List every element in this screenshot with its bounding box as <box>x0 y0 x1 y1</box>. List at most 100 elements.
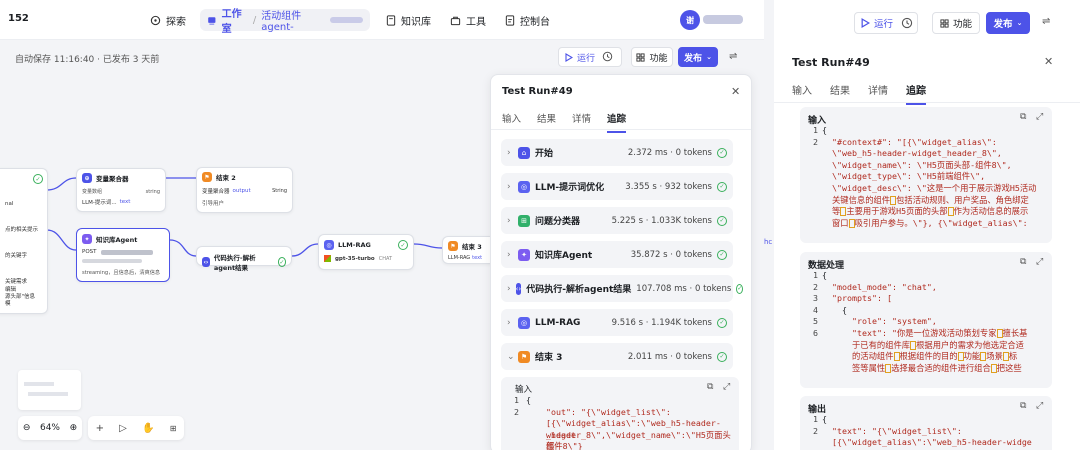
trace-node-name: 结束 3 <box>535 353 563 363</box>
chevron-right-icon[interactable]: › <box>507 216 513 226</box>
code-line: 的活动组件 根据组件的目的 功能 场景标 <box>852 351 1017 363</box>
adjust-icon[interactable]: ⇌ <box>1042 16 1050 27</box>
trace-row[interactable]: ⌄ ⚑ 结束 3 2.011 ms · 0 tokens ✓ <box>501 343 733 370</box>
node-type-icon: ✦ <box>518 248 530 261</box>
code-line: 关键信息的组件 包括活动规则、用户奖品、角色绑定 <box>832 195 1029 207</box>
code-line: [{\"widget_alias\":\"web_h5-header-widge <box>832 437 1032 448</box>
expand-icon[interactable]: ⤢ <box>1036 257 1043 267</box>
line-number: 1 <box>813 270 818 280</box>
trace-row[interactable]: › ◎ LLM-提示词优化 3.355 s · 932 tokens ✓ <box>501 173 733 200</box>
copy-icon[interactable]: ⧉ <box>1020 401 1026 411</box>
close-icon[interactable]: ✕ <box>1044 55 1053 68</box>
expand-icon[interactable]: ⤢ <box>1036 401 1043 411</box>
trace-row[interactable]: › ‹› 代码执行-解析agent结果 107.708 ms · 0 tokens ✓ <box>501 275 744 302</box>
code-view: 1 { 2 "text": "{\"widget_list\": [{\"widge… <box>800 414 1052 449</box>
code-line: "text": "{\"widget_list\": <box>832 425 962 436</box>
branch-label: 模 <box>5 301 11 307</box>
model-mode: CHAT <box>378 255 393 262</box>
test-run-panel: Test Run#49 ✕ 输入 结果 详情 追踪 › ⌂ 开始 2.372 ms ·… <box>490 74 752 450</box>
end2-node[interactable]: ⚑ 结束 2 变量聚合器 output String 引导用户 <box>196 167 293 213</box>
node-type-icon: ‹› <box>515 282 522 295</box>
trace-timing: 107.708 ms · 0 tokens <box>636 283 732 294</box>
trace-node-name: 开始 <box>535 149 554 159</box>
chevron-down-icon[interactable]: ⌄ <box>507 352 515 362</box>
end3-input-block: 输入 ⧉ ⤢ 1{ 2 "out": "{\"widget_list\": [{\… <box>501 377 739 450</box>
node-success-icon: ✓ <box>33 174 43 184</box>
history-icon[interactable] <box>901 17 913 32</box>
copy-icon[interactable]: ⧉ <box>1020 257 1026 267</box>
kb-agent-node[interactable]: ✦ 知识库Agent POST streaming，且信息后，清爽信息 <box>76 228 170 282</box>
layout-icon[interactable]: ⊞ <box>170 424 177 433</box>
trace-row[interactable]: › ✦ 知识库Agent 35.872 s · 0 tokens ✓ <box>501 241 733 268</box>
hand-icon[interactable]: ✋ <box>142 423 154 434</box>
panel-title: Test Run#49 <box>502 86 573 97</box>
copy-icon[interactable]: ⧉ <box>707 382 713 392</box>
code-segment: 主要用于游戏H5页面的头部 <box>846 206 948 217</box>
chevron-right-icon[interactable]: › <box>507 182 513 192</box>
zoom-out-icon[interactable]: ⊖ <box>23 423 31 433</box>
llm-rag-node[interactable]: ◎ LLM-RAG ✓ gpt-35-turbo CHAT <box>318 234 414 270</box>
code-segment: 功能 <box>963 351 981 362</box>
node-field: streaming，且信息后，清爽信息 <box>82 270 161 276</box>
variable-aggregator-node[interactable]: ⊕ 变量聚合器 变量数组 string LLM-提示词... text <box>76 168 166 212</box>
classifier-node-partial[interactable]: ✓ nal 点的相关提示 的关键字 关键需求 编辑 源头部"信息 模 <box>0 168 48 314</box>
code-exec-node[interactable]: ‹› 代码执行-解析agent结果 ✓ <box>196 246 292 272</box>
chevron-right-icon[interactable]: › <box>507 250 513 260</box>
feature-button-label: 功能 <box>952 19 972 30</box>
feature-button[interactable]: 功能 <box>932 12 980 34</box>
node-field-badge: output <box>232 188 251 194</box>
branch-label: nal <box>5 201 14 207</box>
zoom-in-icon[interactable]: ⊕ <box>70 423 78 433</box>
trace-timing: 9.516 s · 1.194K tokens <box>611 317 712 328</box>
expand-icon[interactable]: ⤢ <box>723 382 730 392</box>
minimap[interactable] <box>18 370 81 410</box>
code-line: { <box>822 125 827 135</box>
chevron-right-icon[interactable]: › <box>507 148 513 158</box>
trace-timing: 35.872 s · 0 tokens <box>630 249 712 260</box>
trace-row[interactable]: › ⊞ 问题分类器 5.225 s · 1.033K tokens ✓ <box>501 207 733 234</box>
pointer-icon[interactable]: ▷ <box>119 423 127 434</box>
add-node-icon[interactable]: + <box>96 423 104 434</box>
trace-row[interactable]: › ◎ LLM-RAG 9.516 s · 1.194K tokens ✓ <box>501 309 733 336</box>
node-type-icon: ⌂ <box>518 146 530 159</box>
code-line: "out": "{\"widget_list\": <box>546 406 671 417</box>
code-line: { <box>822 270 827 280</box>
canvas-toolbar: + ▷ ✋ ⊞ <box>88 416 184 440</box>
line-number: 1 <box>813 414 818 424</box>
node-title: 知识库Agent <box>96 236 138 244</box>
input-block: 输入 ⧉ ⤢ 1{ 2 "#context#": "[{\"widget_alia… <box>800 107 1052 243</box>
tab-divider <box>491 129 751 130</box>
split-gutter <box>764 0 774 450</box>
node-field: 变量聚合器 <box>202 189 230 195</box>
output-block: 输出 ⧉ ⤢ 1{ 2 "text": "{\"widget_list\": [{… <box>800 396 1052 450</box>
publish-button[interactable]: 发布 ⌄ <box>986 12 1030 34</box>
node-type-icon: ◎ <box>518 316 530 329</box>
node-title: LLM-RAG <box>338 241 371 249</box>
workflow-editor: 152 探索 工作室 / 活动组件agent- 知识库 工具 控制台 谢 自动保… <box>0 0 764 450</box>
node-field: POST <box>82 249 97 255</box>
trace-row[interactable]: › ⌂ 开始 2.372 ms · 0 tokens ✓ <box>501 139 733 166</box>
success-check-icon: ✓ <box>717 181 727 192</box>
trace-timing: 2.372 ms · 0 tokens <box>627 147 712 158</box>
close-icon[interactable]: ✕ <box>731 85 740 98</box>
copy-icon[interactable]: ⧉ <box>1020 112 1026 122</box>
agent-icon: ✦ <box>82 234 92 244</box>
branch-label: 源头部"信息 <box>5 294 36 300</box>
model-logo-icon <box>324 255 331 262</box>
trace-timing: 5.225 s · 1.033K tokens <box>611 215 712 226</box>
line-number: 2 <box>813 425 818 436</box>
node-field: LLM-RAG <box>448 255 471 261</box>
code-segment: 于已有的组件库 <box>852 339 911 350</box>
code-segment: 包括活动规则、用户奖品、角色绑定 <box>896 194 1029 205</box>
chevron-right-icon[interactable]: › <box>507 318 513 328</box>
minimap-node <box>28 392 68 396</box>
node-type-icon: ⚑ <box>518 350 530 363</box>
code-segment: 吸引用户参与。\"}, {\"widget_alias\": <box>854 217 1028 228</box>
line-number: 1 <box>813 125 818 135</box>
line-number: 6 <box>813 327 818 338</box>
code-line: "#context#": "[{\"widget_alias\": <box>832 136 997 147</box>
chevron-right-icon[interactable]: › <box>507 284 511 294</box>
code-view: 1 { 2 "#context#": "[{\"widget_alias\": \"… <box>800 125 1052 229</box>
code-segment: 根据组件的目的 <box>899 351 958 362</box>
expand-icon[interactable]: ⤢ <box>1036 112 1043 122</box>
